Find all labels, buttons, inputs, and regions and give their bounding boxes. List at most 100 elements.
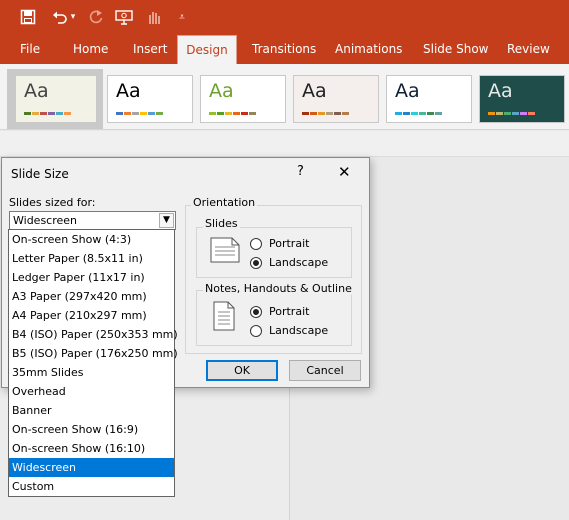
theme-color-stripe — [395, 112, 442, 115]
orientation-label: Orientation — [191, 196, 258, 209]
notes-portrait-radio[interactable] — [250, 306, 262, 318]
slides-portrait-radio[interactable] — [250, 238, 262, 250]
theme-sample-text: Aa — [395, 80, 420, 102]
theme-sample-text: Aa — [209, 80, 234, 102]
dialog-title: Slide Size — [11, 167, 69, 181]
theme-color-swatch — [310, 112, 317, 115]
theme-color-swatch — [249, 112, 256, 115]
theme-color-swatch — [124, 112, 131, 115]
tab-file[interactable]: File — [20, 34, 40, 64]
theme-color-swatch — [132, 112, 139, 115]
theme-color-swatch — [156, 112, 163, 115]
save-icon[interactable] — [16, 5, 40, 29]
slide-size-option[interactable]: Custom — [9, 477, 174, 496]
landscape-page-icon — [210, 237, 240, 266]
slide-size-option[interactable]: Letter Paper (8.5x11 in) — [9, 249, 174, 268]
help-icon[interactable]: ? — [297, 164, 304, 179]
tab-design[interactable]: Design — [177, 35, 237, 64]
slides-sized-for-value: Widescreen — [13, 214, 78, 227]
tab-review[interactable]: Review — [507, 34, 550, 64]
slide-size-option[interactable]: On-screen Show (16:10) — [9, 439, 174, 458]
slide-size-options-list: On-screen Show (4:3) Letter Paper (8.5x11… — [8, 229, 178, 497]
theme-thumbnail[interactable]: Aa — [107, 75, 193, 123]
theme-color-swatch — [342, 112, 349, 115]
theme-color-swatch — [48, 112, 55, 115]
chevron-down-icon[interactable]: ▼ — [159, 213, 174, 228]
theme-thumbnail[interactable]: Aa — [15, 75, 97, 123]
notes-group-label: Notes, Handouts & Outline — [203, 282, 354, 295]
ok-button[interactable]: OK — [206, 360, 278, 381]
theme-color-swatch — [488, 112, 495, 115]
theme-color-stripe — [24, 112, 71, 115]
theme-color-swatch — [225, 112, 232, 115]
portrait-page-icon — [213, 301, 235, 334]
slides-landscape-radio[interactable] — [250, 257, 262, 269]
theme-color-swatch — [217, 112, 224, 115]
theme-color-swatch — [64, 112, 71, 115]
theme-color-swatch — [411, 112, 418, 115]
slides-sized-for-combo[interactable]: Widescreen ▼ — [9, 211, 176, 230]
theme-color-swatch — [148, 112, 155, 115]
touch-mode-icon[interactable] — [142, 5, 166, 29]
theme-color-swatch — [520, 112, 527, 115]
theme-thumbnail[interactable]: Aa — [479, 75, 565, 123]
theme-color-swatch — [496, 112, 503, 115]
notes-landscape-radio[interactable] — [250, 325, 262, 337]
slide-size-option[interactable]: 35mm Slides — [9, 363, 174, 382]
theme-color-swatch — [56, 112, 63, 115]
theme-color-swatch — [40, 112, 47, 115]
theme-color-swatch — [504, 112, 511, 115]
theme-color-swatch — [24, 112, 31, 115]
undo-dropdown-icon[interactable]: ▾ — [66, 5, 80, 29]
ribbon-footer — [0, 131, 569, 157]
slide-size-option[interactable]: Widescreen — [9, 458, 174, 477]
theme-color-swatch — [140, 112, 147, 115]
theme-color-swatch — [403, 112, 410, 115]
present-from-start-icon[interactable] — [112, 5, 136, 29]
ribbon-tabs: File Home Insert Design Transitions Anim… — [0, 34, 569, 64]
tab-home[interactable]: Home — [73, 34, 108, 64]
theme-color-swatch — [116, 112, 123, 115]
theme-color-swatch — [241, 112, 248, 115]
tab-slide-show[interactable]: Slide Show — [423, 34, 488, 64]
theme-thumbnail[interactable]: Aa — [293, 75, 379, 123]
slide-size-option[interactable]: B5 (ISO) Paper (176x250 mm) — [9, 344, 178, 363]
slide-size-option[interactable]: On-screen Show (4:3) — [9, 230, 174, 249]
theme-color-stripe — [209, 112, 256, 115]
theme-color-swatch — [435, 112, 442, 115]
slides-group-label: Slides — [203, 217, 240, 230]
redo-icon[interactable] — [84, 5, 108, 29]
theme-color-stripe — [302, 112, 349, 115]
theme-color-swatch — [318, 112, 325, 115]
slides-sized-for-label: Slides sized for: — [9, 196, 96, 209]
slide-size-option[interactable]: On-screen Show (16:9) — [9, 420, 174, 439]
theme-sample-text: Aa — [24, 80, 49, 102]
customize-qat-icon[interactable]: ⩡ — [170, 5, 194, 29]
slide-size-option[interactable]: Banner — [9, 401, 174, 420]
theme-thumbnail[interactable]: Aa — [386, 75, 472, 123]
cancel-button[interactable]: Cancel — [289, 360, 361, 381]
theme-color-swatch — [395, 112, 402, 115]
theme-color-swatch — [32, 112, 39, 115]
theme-color-stripe — [116, 112, 163, 115]
theme-color-swatch — [233, 112, 240, 115]
tab-transitions[interactable]: Transitions — [252, 34, 316, 64]
theme-sample-text: Aa — [116, 80, 141, 102]
slides-portrait-label: Portrait — [269, 237, 310, 250]
close-icon[interactable]: ✕ — [338, 163, 351, 181]
theme-color-swatch — [334, 112, 341, 115]
quick-access-toolbar: ▾ ⩡ — [0, 0, 569, 34]
slide-size-option[interactable]: B4 (ISO) Paper (250x353 mm) — [9, 325, 178, 344]
slide-size-option[interactable]: Ledger Paper (11x17 in) — [9, 268, 174, 287]
notes-portrait-label: Portrait — [269, 305, 310, 318]
slide-size-option[interactable]: Overhead — [9, 382, 174, 401]
slide-size-option[interactable]: A4 Paper (210x297 mm) — [9, 306, 174, 325]
theme-color-swatch — [419, 112, 426, 115]
tab-insert[interactable]: Insert — [133, 34, 167, 64]
theme-color-swatch — [528, 112, 535, 115]
theme-color-swatch — [209, 112, 216, 115]
tab-animations[interactable]: Animations — [335, 34, 402, 64]
slide-size-option[interactable]: A3 Paper (297x420 mm) — [9, 287, 174, 306]
theme-thumbnail[interactable]: Aa — [200, 75, 286, 123]
theme-color-swatch — [302, 112, 309, 115]
